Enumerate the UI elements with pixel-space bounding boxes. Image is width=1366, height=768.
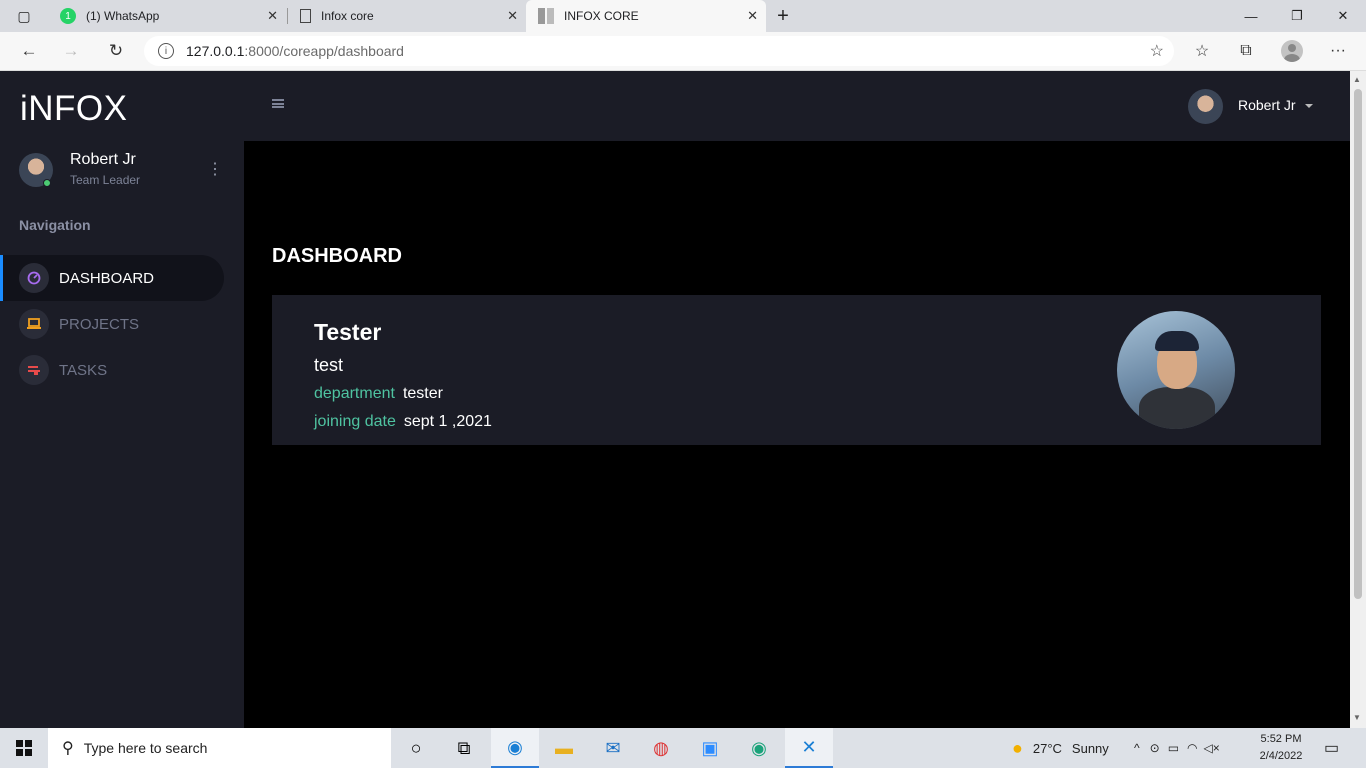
message-icon: [19, 355, 49, 385]
page-scrollbar[interactable]: ▲ ▼: [1350, 71, 1366, 728]
scroll-down-icon[interactable]: ▼: [1353, 713, 1361, 722]
sidebar-item-label: PROJECTS: [59, 315, 140, 333]
more-menu-icon[interactable]: ···: [1323, 36, 1353, 66]
employee-subtitle: test: [314, 355, 344, 375]
avatar[interactable]: [1188, 89, 1223, 124]
edge-app-icon[interactable]: ◉: [491, 728, 539, 768]
tab-title: Infox core: [321, 9, 374, 23]
sun-icon: ●: [1012, 737, 1023, 758]
sidebar-item-projects[interactable]: PROJECTS: [0, 301, 224, 347]
joining-date-value: sept 1 ,2021: [403, 413, 492, 430]
page-title: DASHBOARD: [272, 245, 402, 267]
sidebar-user-name: Robert Jr: [70, 151, 136, 168]
battery-icon[interactable]: ▭: [1168, 741, 1179, 755]
wifi-icon[interactable]: ◠: [1187, 741, 1197, 755]
close-tab-icon[interactable]: ✕: [267, 8, 278, 24]
department-row: department tester: [314, 385, 443, 403]
tab-infox-core-active[interactable]: INFOX CORE ✕: [526, 0, 766, 32]
file-explorer-icon[interactable]: ▬: [540, 728, 588, 768]
new-tab-icon[interactable]: +: [770, 0, 796, 32]
top-header: Robert Jr: [244, 71, 1350, 141]
sidebar-item-tasks[interactable]: TASKS: [0, 347, 224, 393]
sidebar-item-label: DASHBOARD: [59, 269, 155, 287]
sidebar-user-role: Team Leader: [70, 173, 141, 187]
app-page: iNFOX Robert Jr Team Leader ⋮ Navigation…: [0, 71, 1366, 728]
site-info-icon[interactable]: i: [158, 43, 174, 59]
close-tab-icon[interactable]: ✕: [747, 8, 758, 24]
windows-logo-icon: [16, 740, 32, 756]
weather-text: Sunny: [1071, 740, 1109, 756]
weather-widget[interactable]: ● 27°C Sunny: [1012, 728, 1109, 768]
whatsapp-icon: 1: [60, 8, 76, 24]
start-button[interactable]: [0, 728, 48, 768]
sidebar-item-dashboard[interactable]: DASHBOARD: [0, 255, 224, 301]
notifications-icon[interactable]: ▭: [1324, 728, 1339, 768]
taskbar-clock[interactable]: 5:52 PM 2/4/2022: [1247, 731, 1315, 765]
menu-toggle-icon[interactable]: [272, 99, 284, 108]
back-icon[interactable]: ←: [14, 36, 44, 66]
dashboard-gauge-icon: [19, 263, 49, 293]
refresh-icon[interactable]: ↻: [101, 36, 131, 66]
browser-profile-icon[interactable]: [1281, 40, 1303, 62]
close-window-icon[interactable]: ✕: [1320, 0, 1366, 32]
tab-title: (1) WhatsApp: [86, 9, 160, 23]
url-path: :8000/coreapp/dashboard: [244, 43, 404, 59]
mail-icon[interactable]: ✉: [589, 728, 637, 768]
url-field[interactable]: i 127.0.0.1:8000/coreapp/dashboard ☆: [144, 36, 1174, 66]
user-options-icon[interactable]: ⋮: [207, 159, 223, 179]
system-tray-icons: ^ ⊙ ▭ ◠ ◁×: [1134, 728, 1220, 768]
chevron-down-icon[interactable]: [1305, 104, 1313, 108]
tab-infox-core[interactable]: Infox core ✕: [288, 0, 526, 32]
address-bar-row: ← → ↻ i 127.0.0.1:8000/coreapp/dashboard…: [0, 32, 1366, 71]
page-icon: [300, 9, 311, 23]
photo-cap: [1155, 331, 1199, 351]
search-placeholder: Type here to search: [83, 740, 208, 756]
chevron-up-icon[interactable]: ^: [1134, 741, 1140, 755]
joining-date-label: joining date: [314, 413, 396, 430]
restore-icon[interactable]: ❐: [1274, 0, 1320, 32]
collections-icon[interactable]: ⧉: [1231, 36, 1261, 66]
clock-time: 5:52 PM: [1260, 733, 1302, 745]
clock-date: 2/4/2022: [1259, 750, 1303, 762]
app-grid-icon: [538, 8, 554, 24]
cortana-icon[interactable]: ○: [392, 728, 440, 768]
tab-whatsapp[interactable]: 1 (1) WhatsApp ✕: [48, 0, 286, 32]
joining-date-row: joining date sept 1 ,2021: [314, 413, 492, 431]
tab-actions-icon[interactable]: ▢: [0, 0, 48, 32]
header-user-name[interactable]: Robert Jr: [1238, 97, 1296, 113]
camera-icon[interactable]: ⊙: [1150, 741, 1160, 755]
sidebar-item-label: TASKS: [59, 361, 108, 379]
department-value: tester: [402, 385, 443, 402]
close-tab-icon[interactable]: ✕: [507, 8, 518, 24]
weather-temp: 27°C: [1032, 740, 1062, 756]
laptop-icon: [19, 309, 49, 339]
taskbar-search-input[interactable]: ⚲ Type here to search: [48, 728, 391, 768]
app-logo: iNFOX: [20, 89, 128, 128]
edge-dev-icon[interactable]: ◉: [735, 728, 783, 768]
chrome-icon[interactable]: ◍: [637, 728, 685, 768]
vscode-icon[interactable]: ✕: [785, 728, 833, 768]
online-status-dot: [43, 179, 51, 187]
favorites-icon[interactable]: ☆: [1187, 36, 1217, 66]
browser-tab-strip: ▢ 1 (1) WhatsApp ✕ Infox core ✕ INFOX CO…: [0, 0, 1366, 32]
scroll-up-icon[interactable]: ▲: [1353, 75, 1361, 84]
task-view-icon[interactable]: ⧉: [440, 728, 488, 768]
volume-muted-icon[interactable]: ◁×: [1204, 741, 1220, 755]
url-host: 127.0.0.1: [186, 43, 245, 59]
sidebar: iNFOX Robert Jr Team Leader ⋮ Navigation…: [0, 71, 244, 728]
search-icon: ⚲: [62, 740, 74, 757]
os-taskbar: ⚲ Type here to search ○ ⧉ ◉ ▬ ✉ ◍ ▣ ◉ ✕ …: [0, 728, 1366, 768]
employee-photo: [1117, 311, 1235, 429]
zoom-icon[interactable]: ▣: [686, 728, 734, 768]
nav-heading: Navigation: [19, 217, 91, 233]
scroll-thumb[interactable]: [1354, 89, 1362, 599]
employee-name: Tester: [314, 319, 382, 345]
department-label: department: [314, 385, 395, 402]
photo-shirt: [1139, 387, 1215, 429]
add-favorite-icon[interactable]: ☆: [1150, 41, 1164, 61]
profile-card: Tester test department tester joining dat…: [272, 295, 1321, 445]
forward-icon[interactable]: →: [56, 36, 86, 66]
tab-title: INFOX CORE: [564, 9, 639, 23]
minimize-icon[interactable]: —: [1228, 0, 1274, 32]
